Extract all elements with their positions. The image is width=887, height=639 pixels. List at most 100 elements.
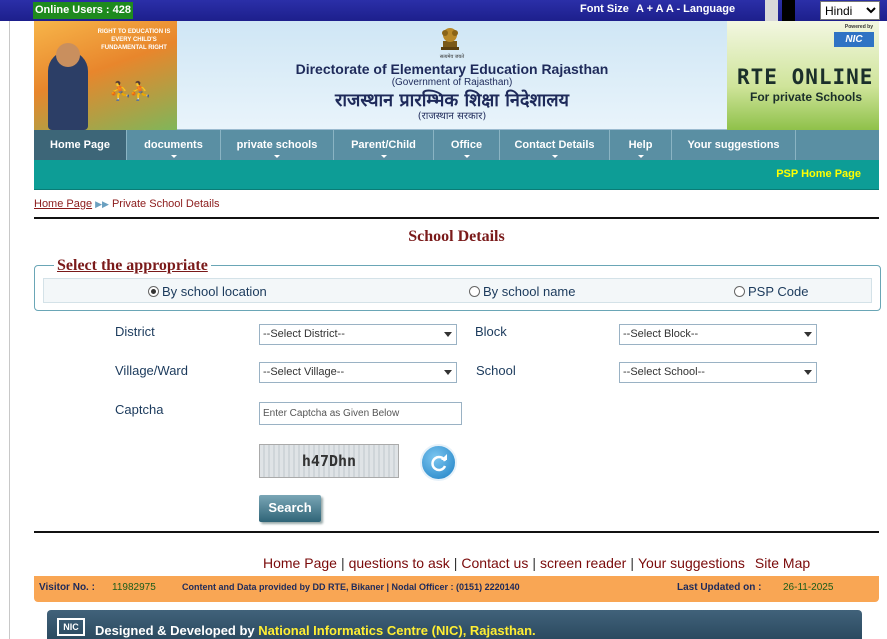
- footer-links: Home Page | questions to ask | Contact us | sc…: [263, 555, 810, 571]
- footer-link-contact-us[interactable]: Contact us: [461, 555, 528, 571]
- footer-info-bar: Visitor No. : 11982975 Content and Data …: [34, 576, 879, 602]
- nic-logo: NIC: [57, 618, 85, 636]
- top-bar: Online Users : 428 Font Size A + A A - L…: [0, 0, 887, 21]
- rte-slogan: RIGHT TO EDUCATION IS EVERY CHILD'S FUND…: [97, 29, 171, 51]
- nav-private-schools-label: private schools: [236, 139, 318, 151]
- developer-credit-bar: NIC Designed & Developed by National Inf…: [47, 610, 862, 639]
- search-button[interactable]: Search: [259, 495, 321, 522]
- village-ward-label: Village/Ward: [115, 363, 188, 378]
- double-arrow-icon: ▶▶: [95, 199, 109, 209]
- footer-link-site-map[interactable]: Site Map: [755, 555, 810, 571]
- chevron-down-icon: [380, 155, 387, 158]
- radio-psp-code-label: PSP Code: [748, 284, 809, 299]
- nav-office-label: Office: [450, 139, 483, 151]
- nav-office[interactable]: Office: [434, 130, 500, 160]
- language-select[interactable]: Hindi: [820, 1, 880, 20]
- footer-link-home-page[interactable]: Home Page: [263, 555, 337, 571]
- breadcrumb-current: Private School Details: [111, 198, 220, 210]
- breadcrumb-home-link[interactable]: Home Page: [34, 198, 92, 210]
- captcha-label: Captcha: [115, 402, 164, 417]
- rte-online-subtitle: For private Schools: [750, 90, 863, 104]
- nav-help-label: Help: [628, 139, 653, 151]
- school-select-value: --Select School--: [623, 366, 705, 378]
- village-select-value: --Select Village--: [263, 366, 345, 378]
- link-separator: |: [453, 555, 458, 571]
- government-subtitle-en: (Government of Rajasthan): [391, 77, 513, 88]
- nav-private-schools[interactable]: private schools: [221, 130, 334, 160]
- online-users-counter: Online Users : 428: [33, 2, 133, 19]
- chevron-down-icon: [637, 155, 644, 158]
- nav-documents-label: documents: [144, 139, 203, 151]
- last-updated-date: 26-11-2025: [783, 582, 834, 593]
- visitor-label: Visitor No. :: [39, 582, 95, 593]
- nic-logo: NIC: [834, 32, 874, 47]
- chevron-down-icon: [804, 370, 812, 375]
- chevron-down-icon: [444, 370, 452, 375]
- breadcrumb: Home Page ▶▶ Private School Details: [34, 198, 220, 210]
- captcha-refresh-button[interactable]: [420, 444, 457, 481]
- dev-org-link[interactable]: National Informatics Centre (NIC), Rajas…: [258, 623, 535, 638]
- chevron-down-icon: [444, 332, 452, 337]
- search-mode-radio-group: By school location By school name PSP Co…: [43, 278, 872, 303]
- chevron-down-icon: [551, 155, 558, 158]
- government-subtitle-hi: (राजस्थान सरकार): [417, 111, 487, 122]
- nav-home-page[interactable]: Home Page: [34, 130, 127, 160]
- nav-contact-details[interactable]: Contact Details: [500, 130, 610, 160]
- link-separator: |: [532, 555, 536, 571]
- divider: [34, 217, 879, 219]
- footer-link-questions[interactable]: questions to ask: [349, 555, 450, 571]
- school-select[interactable]: --Select School--: [619, 362, 817, 383]
- village-select[interactable]: --Select Village--: [259, 362, 457, 383]
- link-separator: |: [340, 555, 345, 571]
- nav-contact-details-label: Contact Details: [514, 139, 595, 151]
- radio-by-school-name[interactable]: By school name: [469, 284, 576, 299]
- nav-your-suggestions[interactable]: Your suggestions: [672, 130, 796, 160]
- sub-navigation: PSP Home Page: [34, 160, 879, 190]
- search-mode-legend: Select the appropriate: [54, 257, 211, 275]
- rte-campaign-image: RIGHT TO EDUCATION IS EVERY CHILD'S FUND…: [34, 21, 177, 130]
- radio-by-school-location[interactable]: By school location: [148, 284, 267, 299]
- font-size-controls[interactable]: A + A A - Language: [636, 3, 735, 15]
- chevron-down-icon: [170, 155, 177, 158]
- radio-by-school-location-label: By school location: [162, 284, 267, 299]
- children-silhouettes: ⛹⛹: [109, 81, 152, 101]
- nav-parent-child-label: Parent/Child: [351, 139, 416, 151]
- emblem-caption: सत्यमेव जयते: [439, 54, 465, 60]
- radio-unchecked-icon[interactable]: [734, 286, 745, 297]
- psp-home-page-link[interactable]: PSP Home Page: [776, 168, 861, 180]
- captcha-input[interactable]: Enter Captcha as Given Below: [259, 402, 462, 425]
- student-face: [56, 43, 80, 67]
- state-emblem-icon: [441, 28, 459, 50]
- last-updated-label: Last Updated on :: [677, 582, 762, 593]
- powered-by-label: Powered by: [844, 24, 873, 30]
- contrast-light-swatch[interactable]: [765, 0, 778, 21]
- font-size-label: Font Size: [580, 3, 629, 15]
- radio-checked-icon[interactable]: [148, 286, 159, 297]
- nav-parent-child[interactable]: Parent/Child: [334, 130, 434, 160]
- radio-psp-code[interactable]: PSP Code: [734, 284, 808, 299]
- block-select-value: --Select Block--: [623, 328, 699, 340]
- block-select[interactable]: --Select Block--: [619, 324, 817, 345]
- left-border-line: [9, 21, 10, 639]
- rte-online-title: RTE ONLINE: [737, 65, 874, 89]
- footer-link-screen-reader[interactable]: screen reader: [540, 555, 626, 571]
- banner-title-block: सत्यमेव जयते Directorate of Elementary E…: [177, 21, 727, 130]
- main-navigation: Home Page documents private schools Pare…: [34, 130, 879, 160]
- radio-by-school-name-label: By school name: [483, 284, 576, 299]
- district-select-value: --Select District--: [263, 328, 345, 340]
- district-select[interactable]: --Select District--: [259, 324, 457, 345]
- district-label: District: [115, 324, 155, 339]
- nav-documents[interactable]: documents: [127, 130, 221, 160]
- rte-online-logo: Powered by NIC RTE ONLINE For private Sc…: [727, 21, 879, 130]
- nav-help[interactable]: Help: [610, 130, 672, 160]
- radio-unchecked-icon[interactable]: [469, 286, 480, 297]
- captcha-image: h47Dhn: [259, 444, 399, 478]
- link-separator: |: [630, 555, 634, 571]
- visitor-count: 11982975: [112, 582, 156, 593]
- contrast-dark-swatch[interactable]: [782, 0, 795, 21]
- chevron-down-icon: [804, 332, 812, 337]
- refresh-icon: [431, 454, 447, 472]
- directorate-title-en: Directorate of Elementary Education Raja…: [295, 61, 609, 77]
- developer-credit-text: Designed & Developed by National Informa…: [95, 623, 536, 638]
- footer-link-your-suggestions[interactable]: Your suggestions: [638, 555, 745, 571]
